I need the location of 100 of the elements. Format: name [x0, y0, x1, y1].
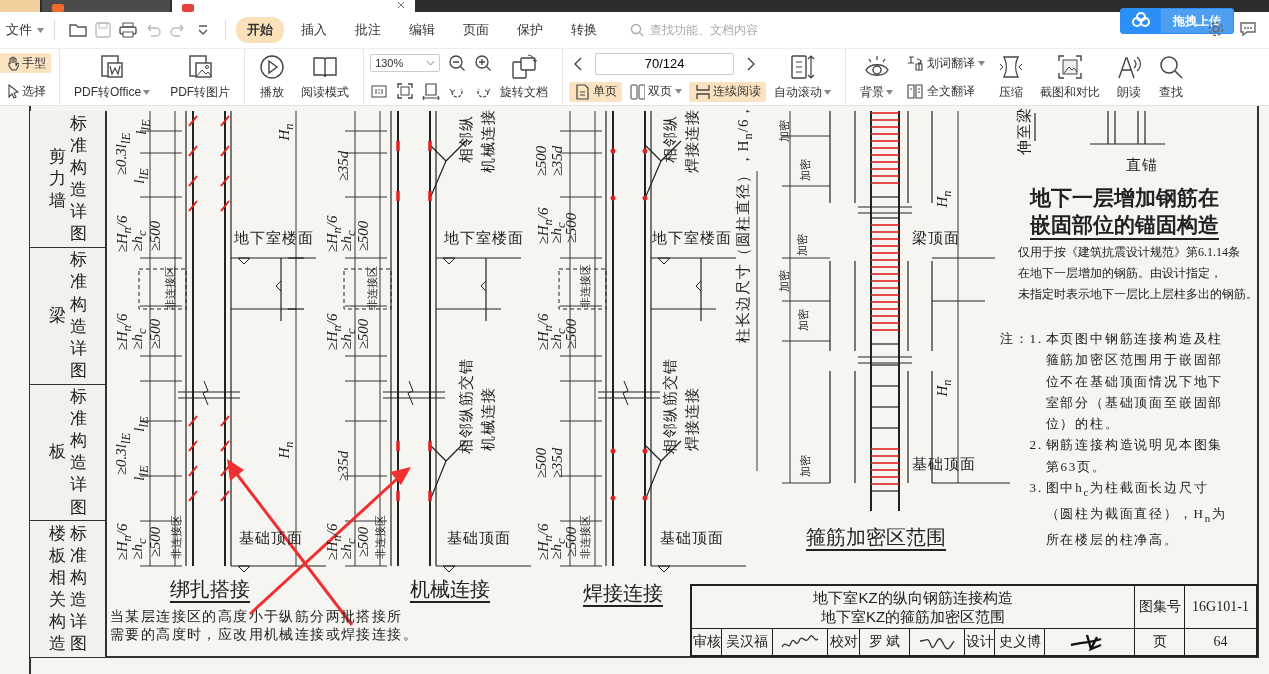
rotate-document-button[interactable]: 旋转文档 [492, 51, 557, 103]
callout-label: 相邻纵筋交错 [662, 358, 678, 454]
anchor-title: 嵌固部位的锚固构造 [1030, 211, 1219, 240]
dimension-label: ≥500 [563, 526, 579, 558]
dimension-label: ≥500 [533, 447, 549, 479]
dimension-label: ≥500 [563, 318, 579, 350]
dimension-label: ≥500 [147, 318, 163, 350]
play-button[interactable]: 播放 [251, 51, 294, 103]
person-name: 吴汉福 [726, 633, 768, 651]
role-label: 设计 [965, 633, 994, 651]
ribbon-tab[interactable]: 保护 [506, 17, 554, 43]
section-name: 梁 [48, 304, 66, 327]
drawing-title: 地下室KZ的箍筋加密区范围 [820, 607, 1006, 626]
zone-label: 加密 [797, 309, 809, 331]
zone-label: 非连接区 [579, 515, 591, 559]
dimension-label: ≥500 [533, 145, 549, 177]
role-label: 审核 [692, 633, 721, 651]
page-label: 页 [1152, 633, 1167, 651]
dimension-label: ≥35d [335, 150, 351, 182]
description-line: 在地下一层增加的钢筋。由设计指定， [1018, 265, 1223, 282]
zone-label: 加密 [799, 455, 811, 477]
note-number: 3. [1029, 479, 1044, 498]
zone-label: 加密 [796, 234, 808, 256]
ribbon-tab[interactable]: 编辑 [398, 17, 446, 43]
atlas-number: 16G101-1 [1192, 599, 1249, 615]
level-label: 梁顶面 [912, 231, 960, 246]
callout-label: 焊接连接 [684, 109, 700, 173]
zone-label: 非连接区 [579, 264, 591, 308]
search-field[interactable]: 查找功能、文档内容 [648, 22, 772, 38]
zone-label: 非连接区 [374, 515, 386, 559]
auto-scroll-button[interactable]: 自动滚动 [766, 51, 840, 103]
drawing-title: 地下室KZ的纵向钢筋连接构造 [813, 588, 1013, 607]
callout-label: 焊接连接 [684, 387, 700, 451]
page-number-field[interactable]: 70/124 [595, 52, 735, 75]
atlas-label: 图集号 [1138, 598, 1181, 616]
detail-title: 机械连接 [410, 579, 490, 603]
dimension-label: ≥500 [147, 526, 163, 558]
zone-label: 非连接区 [170, 515, 182, 559]
screenshot-compare-button[interactable]: 截图和对比 [1032, 51, 1109, 103]
ribbon-tab[interactable]: 插入 [290, 17, 338, 43]
word-translate-button[interactable]: 划词翻译 [901, 53, 991, 73]
section-name: 楼板相关构造 [48, 522, 66, 656]
compress-button[interactable]: 压缩 [990, 51, 1033, 103]
find-button[interactable]: 查找 [1150, 51, 1193, 103]
callout-label: 相邻纵筋交错 [458, 358, 474, 454]
role-label: 校对 [829, 633, 858, 651]
section-label: 标准构造详图 [69, 522, 87, 656]
dimension-label: ≥35d [549, 447, 565, 479]
ribbon-tab[interactable]: 批注 [344, 17, 392, 43]
dimension-label: ≥500 [147, 220, 163, 252]
convert-button[interactable]: PDF转Office [66, 51, 159, 103]
notes-heading: 注： [1000, 330, 1030, 348]
dimension-label: ≥500 [355, 526, 371, 558]
zone-label: 加密 [778, 120, 790, 142]
zoom-select[interactable]: 130% [370, 54, 441, 72]
note-text: 钢筋连接构造说明见本图集第63页。 [1045, 436, 1225, 476]
section-label: 标准构造详图 [69, 249, 87, 382]
section-label: 标准构造详图 [69, 386, 87, 519]
ribbon-tab[interactable]: 页面 [452, 17, 500, 43]
tool-button[interactable]: 选择 [0, 81, 51, 101]
section-label: 标准构造详图 [69, 112, 87, 246]
zone-label: 非连接区 [164, 266, 176, 310]
ribbon-tab[interactable]: 开始 [236, 17, 284, 43]
level-label: 基础顶面 [239, 531, 303, 546]
full-translate-button[interactable]: 全文翻译 [901, 81, 991, 101]
footnote-line: 需要的高度时，应改用机械连接或焊接连接。 [110, 626, 418, 644]
convert-button[interactable]: PDF转图片 [162, 51, 239, 103]
callout-label: 机械连接 [480, 387, 496, 451]
background-button[interactable]: 背景 [852, 51, 902, 103]
ribbon-tab[interactable]: 转换 [560, 17, 608, 43]
file-menu[interactable]: 文件 [6, 21, 44, 39]
callout-label: 伸至梁 [1016, 107, 1032, 155]
zone-label: 非连接区 [366, 266, 378, 310]
tool-button[interactable]: 手型 [0, 53, 51, 73]
person-name: 史义博 [998, 633, 1041, 651]
dimension-label: ≥500 [355, 220, 371, 252]
level-label: 基础顶面 [660, 531, 724, 546]
zone-label: 加密 [799, 159, 811, 181]
view-mode-button[interactable]: 连续阅读 [689, 81, 767, 102]
note-text: 图中h$_{c}$为柱截面长边尺寸（圆柱为截面直径），H$_{n}$为所在楼层的柱净高。 [1045, 479, 1228, 549]
dimension-label: ≥500 [355, 318, 371, 350]
anchor-title: 地下一层增加钢筋在 [1030, 185, 1219, 211]
detail-title: 绑扎搭接 [170, 579, 250, 603]
level-label: 地下室楼面 [444, 231, 524, 246]
note-text: 本页图中钢筋连接构造及柱箍筋加密区范围用于嵌固部位不在基础顶面情况下地下室部分（基础顶面至嵌固部位）的柱。 [1045, 330, 1225, 434]
level-label: 地下室楼面 [652, 231, 732, 246]
note-number: 1. [1029, 330, 1044, 348]
detail-title: 箍筋加密区范围 [806, 527, 946, 551]
view-mode-button[interactable]: 单页 [569, 81, 623, 102]
dimension-label: ≥35d [549, 145, 565, 177]
read-mode-button[interactable]: 阅读模式 [293, 51, 358, 103]
page-number: 64 [1213, 634, 1228, 650]
section-name: 剪力墙 [48, 145, 66, 212]
note-number: 2. [1029, 436, 1044, 455]
callout-label: 相邻纵 [458, 115, 474, 163]
view-mode-button[interactable]: 双页 [624, 81, 688, 102]
read-aloud-button[interactable]: 朗读 [1108, 51, 1151, 103]
person-name: 罗 斌 [868, 633, 901, 651]
dimension-label: ≥500 [563, 212, 579, 244]
level-label: 基础顶面 [447, 531, 511, 546]
